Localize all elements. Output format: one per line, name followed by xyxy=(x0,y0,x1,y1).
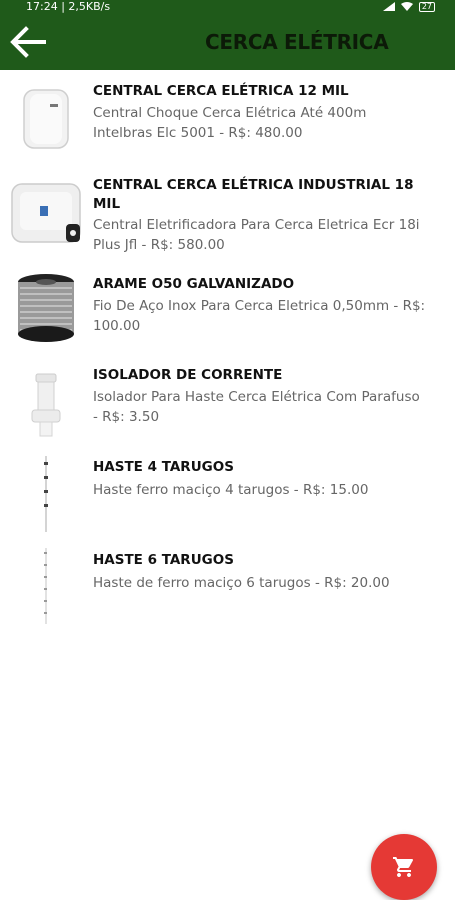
product-title-line2: MIL xyxy=(93,196,121,212)
list-item[interactable]: ARAME O50 GALVANIZADO Fio De Aço Inox Pa… xyxy=(0,270,455,362)
status-time: 17:24 | 2,5KB/s xyxy=(26,0,111,13)
list-item[interactable]: CENTRAL CERCA ELÉTRICA INDUSTRIAL 18 MIL… xyxy=(0,170,455,270)
status-bar: 17:24 | 2,5KB/s 27 xyxy=(0,0,455,13)
product-title: ARAME O50 GALVANIZADO xyxy=(93,276,295,292)
product-title: CENTRAL CERCA ELÉTRICA INDUSTRIAL 18 xyxy=(93,177,414,193)
product-desc-line2: - R$: 3.50 xyxy=(93,409,160,425)
app-bar: CERCA ELÉTRICA xyxy=(0,13,455,70)
rod-6-icon xyxy=(10,546,82,626)
product-title: CENTRAL CERCA ELÉTRICA 12 MIL xyxy=(93,83,349,99)
product-desc-line1: Isolador Para Haste Cerca Elétrica Com P… xyxy=(93,389,420,405)
product-desc-line1: Fio De Aço Inox Para Cerca Eletrica 0,50… xyxy=(93,298,426,314)
product-title: HASTE 6 TARUGOS xyxy=(93,552,234,568)
signal-icon xyxy=(382,2,395,11)
product-desc-line1: Haste ferro maciço 4 tarugos - R$: 15.00 xyxy=(93,482,369,498)
cart-button[interactable] xyxy=(371,834,437,900)
cart-icon xyxy=(393,857,414,877)
list-item[interactable]: HASTE 4 TARUGOS Haste ferro maciço 4 tar… xyxy=(0,454,455,546)
product-title: ISOLADOR DE CORRENTE xyxy=(93,367,283,383)
list-item[interactable]: CENTRAL CERCA ELÉTRICA 12 MIL Central Ch… xyxy=(0,70,455,170)
product-desc-line2: 100.00 xyxy=(93,318,141,334)
product-desc-line1: Central Eletrificadora Para Cerca Eletri… xyxy=(93,217,420,233)
product-desc-line1: Central Choque Cerca Elétrica Até 400m xyxy=(93,105,367,121)
wifi-icon xyxy=(400,2,413,11)
status-icons: 27 xyxy=(382,0,435,13)
product-desc-line1: Haste de ferro maciço 6 tarugos - R$: 20… xyxy=(93,575,390,591)
page-title: CERCA ELÉTRICA xyxy=(205,30,389,54)
battery-icon: 27 xyxy=(418,1,435,12)
wire-spool-icon xyxy=(10,272,82,344)
product-desc-line2: Plus Jfl - R$: 580.00 xyxy=(93,237,225,253)
list-item[interactable]: HASTE 6 TARUGOS Haste de ferro maciço 6 … xyxy=(0,546,455,638)
product-title: HASTE 4 TARUGOS xyxy=(93,459,234,475)
electric-fence-central-icon xyxy=(10,82,82,154)
rod-4-icon xyxy=(10,454,82,534)
product-desc-line2: Intelbras Elc 5001 - R$: 480.00 xyxy=(93,125,303,141)
list-item[interactable]: ISOLADOR DE CORRENTE Isolador Para Haste… xyxy=(0,362,455,454)
insulator-icon xyxy=(10,372,82,444)
industrial-central-icon xyxy=(10,178,82,250)
